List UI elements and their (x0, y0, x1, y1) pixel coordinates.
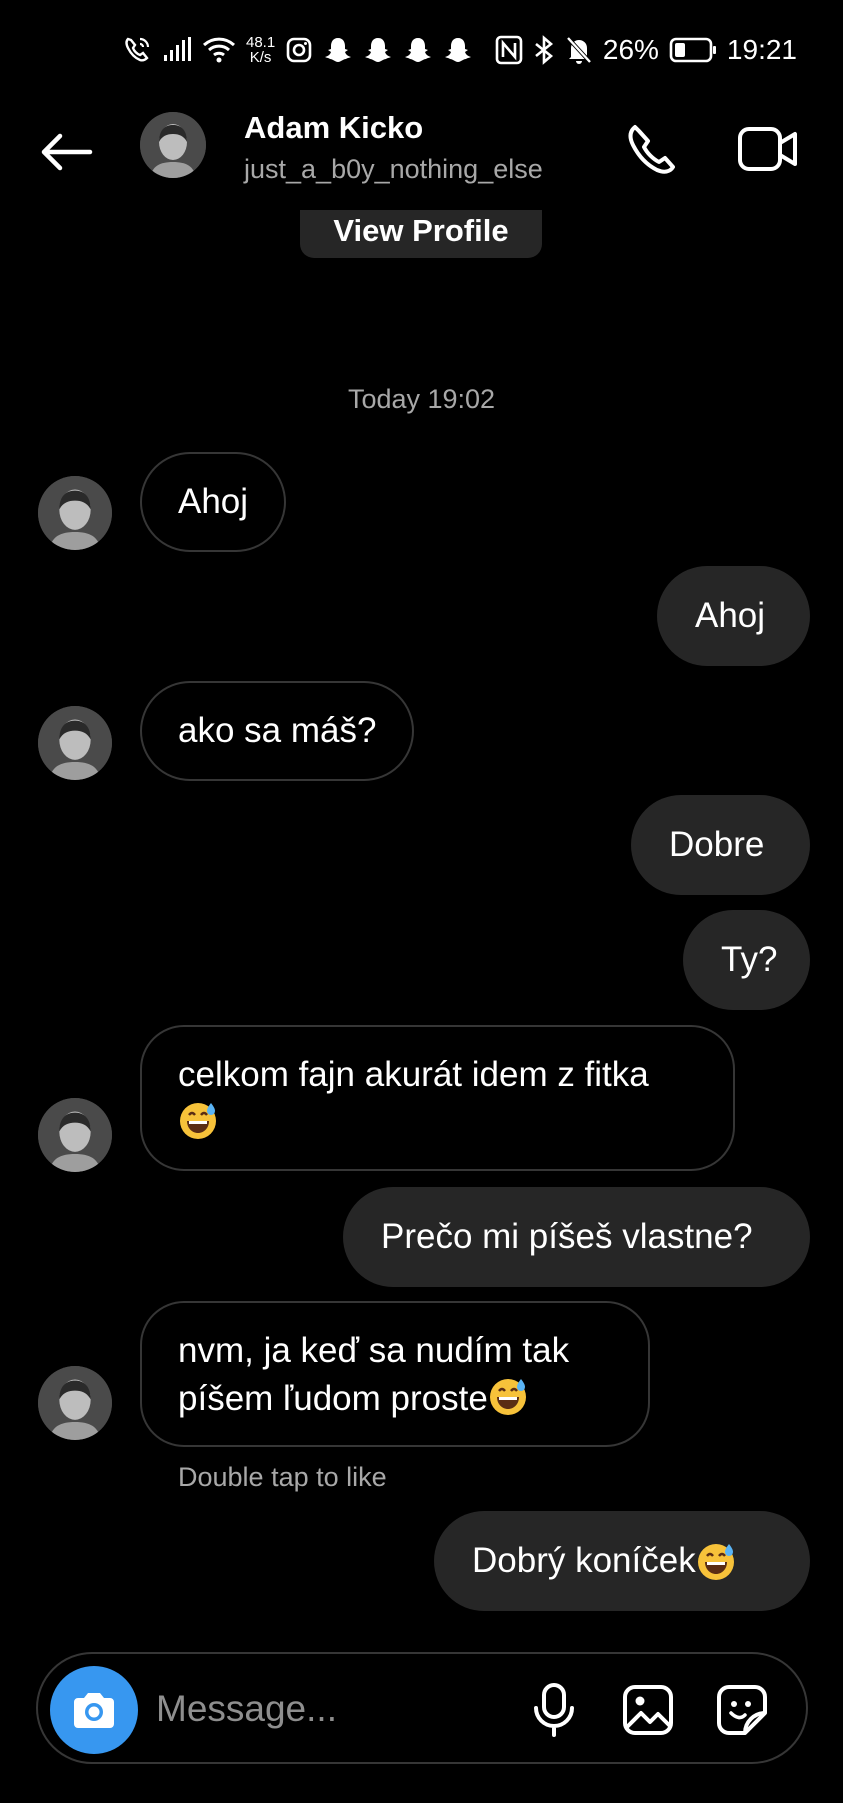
status-bar: 48.1 K/s 26% 19:21 (0, 0, 843, 100)
chat-timestamp: Today 19:02 (347, 384, 496, 414)
phone-icon (628, 125, 675, 174)
message-bubble-incoming[interactable]: nvm, ja keď sa nudím tak píšem ľudom pro… (140, 1301, 650, 1447)
wifi-icon (202, 36, 236, 64)
snapchat-icon (443, 36, 473, 64)
message-text: celkom fajn akurát idem z fitka (178, 1055, 649, 1094)
message-text: Prečo mi píšeš vlastne? (381, 1217, 753, 1256)
arrow-left-icon (41, 133, 93, 171)
message-text: ako sa máš? (178, 711, 377, 750)
battery-icon (669, 37, 717, 63)
chat-header: Adam Kicko just_a_b0y_nothing_else (0, 100, 843, 220)
instagram-icon (285, 36, 313, 64)
message-bubble-outgoing[interactable]: Ahoj (657, 566, 810, 666)
message-bubble-outgoing[interactable]: Prečo mi píšeš vlastne? (343, 1187, 810, 1287)
message-bubble-incoming[interactable]: ako sa máš? (140, 681, 415, 781)
battery-percent: 26% (602, 34, 659, 65)
clock: 19:21 (726, 34, 797, 65)
microphone-button[interactable] (522, 1678, 586, 1742)
voice-call-button[interactable] (620, 118, 682, 180)
message-bubble-outgoing[interactable]: Dobre (631, 795, 810, 895)
signal-icon (162, 37, 192, 63)
image-icon (623, 1685, 673, 1735)
network-speed-unit: K/s (249, 49, 272, 66)
sticker-button[interactable] (710, 1678, 774, 1742)
contact-avatar[interactable] (140, 112, 206, 178)
snapchat-icon (403, 36, 433, 64)
message-text: Ty? (721, 940, 778, 979)
contact-name[interactable]: Adam Kicko (244, 110, 423, 146)
sender-avatar[interactable] (38, 476, 112, 550)
wifi-calling-icon (122, 35, 152, 65)
sender-avatar[interactable] (38, 1366, 112, 1440)
message-text: Ahoj (695, 596, 766, 635)
grinning-face-with-sweat-emoji (697, 1544, 734, 1580)
snapchat-icon (363, 36, 393, 64)
snapchat-icon (323, 36, 353, 64)
back-button[interactable] (34, 122, 98, 182)
message-text: Ahoj (178, 482, 249, 521)
grinning-face-with-sweat-emoji (489, 1379, 526, 1415)
video-camera-icon (738, 127, 797, 171)
grinning-face-with-sweat-emoji (180, 1103, 216, 1139)
nfc-icon (495, 35, 523, 65)
status-right-icons: 26% 19:21 (495, 30, 797, 70)
microphone-icon (534, 1683, 574, 1737)
message-text: Dobre (669, 825, 765, 864)
mute-bell-icon (565, 35, 593, 65)
message-text-line2: píšem ľudom proste (178, 1375, 612, 1423)
message-bubble-outgoing[interactable]: Ty? (683, 910, 810, 1010)
status-left-icons: 48.1 K/s (122, 30, 473, 70)
message-text: Dobrý koníček (472, 1541, 696, 1580)
message-input[interactable] (156, 1680, 456, 1738)
camera-button[interactable] (50, 1666, 138, 1754)
message-text-line2 (178, 1099, 697, 1147)
double-tap-hint: Double tap to like (178, 1462, 387, 1492)
network-speed: 48.1 K/s (246, 35, 275, 65)
sticker-icon (717, 1685, 767, 1735)
camera-icon (74, 1693, 114, 1728)
network-speed-value: 48.1 (246, 34, 276, 51)
message-bubble-outgoing[interactable]: Dobrý koníček (434, 1511, 810, 1611)
sender-avatar[interactable] (38, 706, 112, 780)
message-composer (36, 1652, 808, 1764)
message-bubble-incoming[interactable]: Ahoj (140, 452, 287, 552)
bluetooth-icon (533, 35, 555, 65)
sender-avatar[interactable] (38, 1098, 112, 1172)
gallery-button[interactable] (616, 1678, 680, 1742)
message-text: nvm, ja keď sa nudím tak (178, 1331, 570, 1370)
view-profile-button[interactable]: View Profile (300, 210, 542, 258)
contact-username[interactable]: just_a_b0y_nothing_else (244, 154, 543, 185)
video-call-button[interactable] (734, 118, 802, 180)
message-bubble-incoming[interactable]: celkom fajn akurát idem z fitka (140, 1025, 735, 1171)
